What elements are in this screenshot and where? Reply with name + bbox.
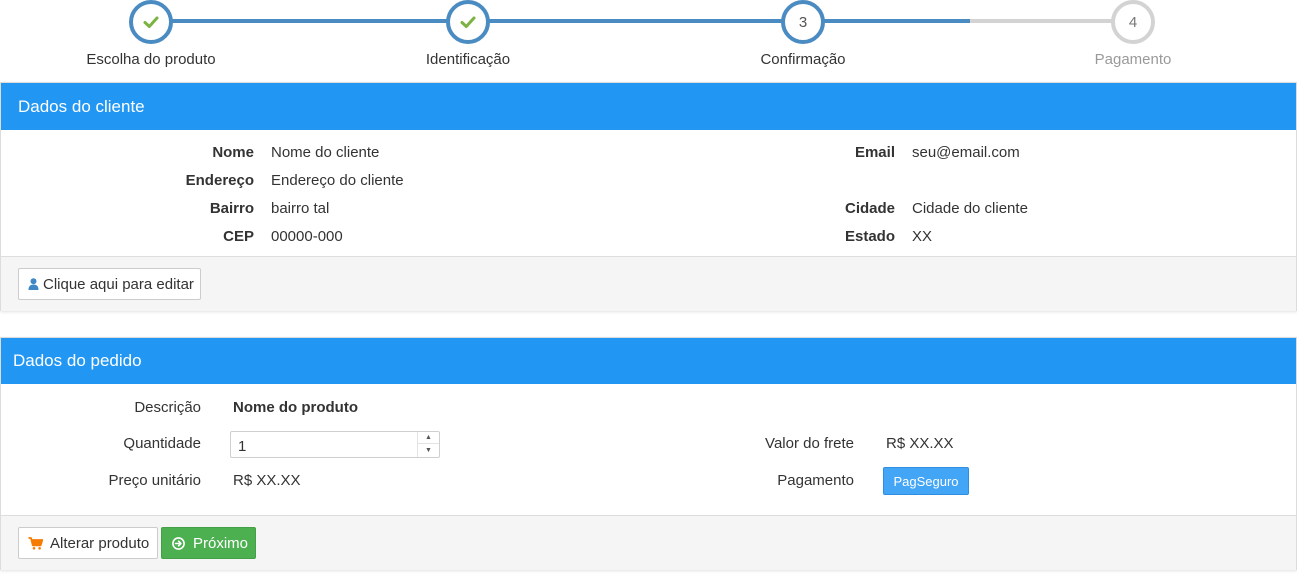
step-pagamento: 4 Pagamento xyxy=(1043,0,1223,68)
quantidade-label: Quantidade xyxy=(123,435,201,452)
order-panel-footer: Alterar produto Próximo xyxy=(1,515,1296,570)
proximo-button[interactable]: Próximo xyxy=(161,527,256,559)
cidade-value: Cidade do cliente xyxy=(912,200,1028,217)
step-label: Identificação xyxy=(425,51,511,68)
cart-icon xyxy=(28,536,43,550)
frete-value: R$ XX.XX xyxy=(886,435,954,452)
edit-client-button[interactable]: Clique aqui para editar xyxy=(18,268,201,300)
client-details: Nome Nome do cliente Endereço Endereço d… xyxy=(1,130,1296,256)
order-details: Descrição Nome do produto Quantidade 1 ▲… xyxy=(1,384,1296,515)
pagamento-label: Pagamento xyxy=(777,472,854,489)
step-label: Pagamento xyxy=(1094,51,1172,68)
step-escolha-do-produto[interactable]: Escolha do produto xyxy=(61,0,241,68)
step-number: 3 xyxy=(798,13,808,31)
step-label: Confirmação xyxy=(760,51,846,68)
alterar-produto-button[interactable]: Alterar produto xyxy=(18,527,158,559)
client-panel-footer: Clique aqui para editar xyxy=(1,256,1296,311)
cep-label: CEP xyxy=(223,228,254,245)
quantity-spinner: ▲ ▼ xyxy=(417,432,439,457)
quantity-increment-icon[interactable]: ▲ xyxy=(418,432,439,444)
client-panel-title: Dados do cliente xyxy=(1,83,1296,130)
cidade-label: Cidade xyxy=(844,200,895,217)
step-confirmacao[interactable]: 3 Confirmação xyxy=(713,0,893,68)
user-icon xyxy=(28,278,39,290)
descricao-label: Descrição xyxy=(134,399,201,416)
quantity-value: 1 xyxy=(238,438,247,455)
step-number: 4 xyxy=(1128,13,1138,31)
order-panel: Dados do pedido Descrição Nome do produt… xyxy=(0,337,1297,570)
order-panel-title: Dados do pedido xyxy=(1,338,1296,384)
step-identificacao[interactable]: Identificação xyxy=(378,0,558,68)
checkout-stepper: Escolha do produto Identificação 3 Confi… xyxy=(0,0,1297,80)
bairro-label: Bairro xyxy=(209,200,254,217)
endereco-label: Endereço xyxy=(185,172,254,189)
cep-value: 00000-000 xyxy=(271,228,343,245)
step-label: Escolha do produto xyxy=(86,51,216,68)
arrow-circle-right-icon xyxy=(172,536,185,550)
nome-value: Nome do cliente xyxy=(271,144,380,161)
proximo-label: Próximo xyxy=(193,534,249,552)
step-3-circle: 3 xyxy=(781,0,825,44)
check-icon xyxy=(460,16,476,28)
bairro-value: bairro tal xyxy=(271,200,330,217)
quantity-decrement-icon[interactable]: ▼ xyxy=(418,444,439,456)
quantity-stepper[interactable]: 1 ▲ ▼ xyxy=(230,431,440,458)
client-panel: Dados do cliente Nome Nome do cliente En… xyxy=(0,82,1297,311)
step-2-circle xyxy=(446,0,490,44)
estado-value: XX xyxy=(912,228,933,245)
step-4-circle: 4 xyxy=(1111,0,1155,44)
endereco-value: Endereço do cliente xyxy=(271,172,404,189)
pagseguro-button[interactable]: PagSeguro xyxy=(883,467,969,495)
preco-value: R$ XX.XX xyxy=(233,472,301,489)
check-icon xyxy=(143,16,159,28)
estado-label: Estado xyxy=(844,228,895,245)
edit-client-button-label: Clique aqui para editar xyxy=(43,275,194,293)
nome-label: Nome xyxy=(212,144,254,161)
email-value: seu@email.com xyxy=(912,144,1020,161)
frete-label: Valor do frete xyxy=(765,435,854,452)
descricao-value: Nome do produto xyxy=(233,399,358,416)
email-label: Email xyxy=(854,144,895,161)
step-1-circle xyxy=(129,0,173,44)
preco-label: Preço unitário xyxy=(108,472,201,489)
alterar-produto-label: Alterar produto xyxy=(50,534,150,552)
